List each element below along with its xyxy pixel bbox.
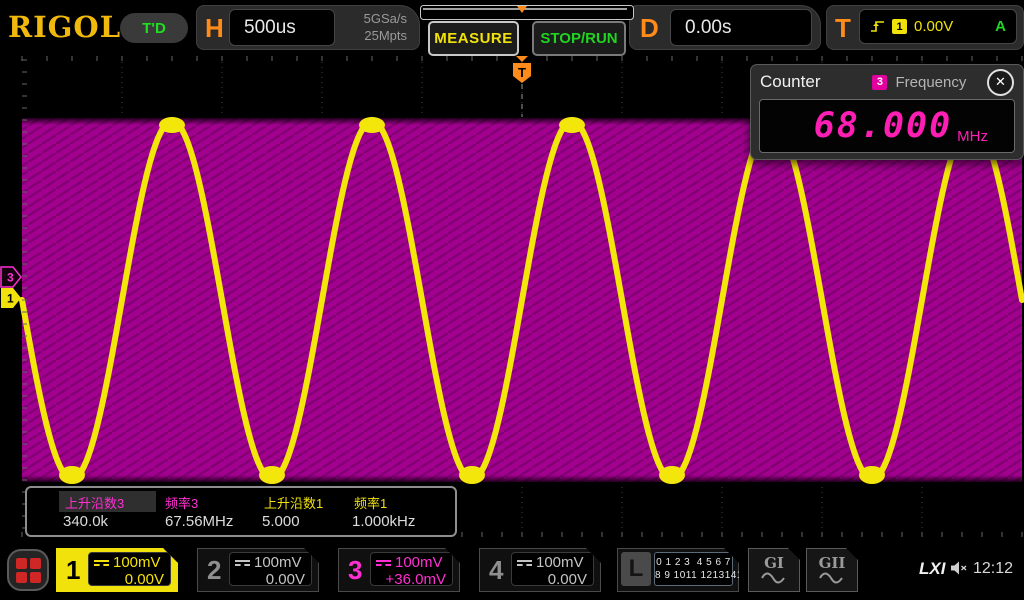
channel-readout: 100mV +36.0mV — [370, 552, 453, 586]
logic-row-2: 8 9 1011 12131415 — [655, 569, 732, 583]
bottom-status-bar: 1 100mV 0.00V 2 100mV 0.00V 3 100mV +36.… — [0, 545, 1024, 600]
rising-edge-icon — [870, 19, 885, 34]
channel-4-button[interactable]: 4 100mV 0.00V — [479, 548, 601, 592]
channel-number: 2 — [207, 555, 221, 586]
sample-rate: 5GSa/s — [364, 11, 407, 26]
counter-panel: Counter 3 Frequency ✕ 68.000 MHz — [750, 64, 1024, 160]
measurement-label[interactable]: 频率3 — [165, 493, 198, 512]
generator-1-label: GI — [764, 556, 784, 571]
channel-number: 3 — [348, 555, 362, 586]
channel-2-button[interactable]: 2 100mV 0.00V — [197, 548, 319, 592]
delay-menu-button[interactable]: D 0.00s — [629, 5, 821, 50]
dc-coupling-icon — [94, 560, 109, 566]
counter-title: Counter — [760, 72, 820, 92]
measurement-label[interactable]: 上升沿数3 — [65, 493, 124, 512]
waveform-preview-strip[interactable] — [420, 5, 634, 20]
measurement-panel: 上升沿数3 频率3 上升沿数1 频率1 340.0k 67.56MHz 5.00… — [25, 486, 457, 537]
channel-scale: 100mV — [113, 554, 161, 571]
menu-grid-icon — [16, 558, 41, 583]
dc-coupling-icon — [376, 560, 391, 566]
channel-readout: 100mV 0.00V — [229, 552, 312, 586]
channel-number: 4 — [489, 555, 503, 586]
horizontal-label: H — [205, 13, 224, 44]
delay-value: 0.00s — [671, 10, 811, 45]
channel-offset: 0.00V — [517, 571, 587, 588]
svg-text:3: 3 — [7, 271, 14, 285]
horizontal-menu-button[interactable]: H 500us 5GSa/s 25Mpts — [196, 5, 420, 50]
svg-text:1: 1 — [7, 292, 14, 306]
generator-1-button[interactable]: GI — [748, 548, 800, 592]
generator-2-label: GII — [819, 556, 846, 571]
measurement-value: 5.000 — [262, 513, 300, 530]
counter-display: 68.000 MHz — [759, 99, 1015, 153]
timebase-value: 500us — [230, 10, 334, 45]
measurement-value: 1.000kHz — [352, 513, 415, 530]
channel-scale: 100mV — [254, 554, 302, 571]
top-status-bar: RIGOL T'D H 500us 5GSa/s 25Mpts MEASURE S… — [0, 0, 1024, 55]
channel-1-button[interactable]: 1 100mV 0.00V — [56, 548, 178, 592]
menu-button[interactable] — [7, 549, 49, 591]
logic-label: L — [621, 552, 651, 586]
counter-unit: MHz — [957, 128, 988, 145]
channel-offset: 0.00V — [235, 571, 305, 588]
sine-icon — [760, 571, 788, 584]
channel-readout: 100mV 0.00V — [88, 552, 171, 586]
measurement-value: 340.0k — [63, 513, 108, 530]
trigger-readout[interactable]: 1 0.00V A — [859, 9, 1017, 44]
counter-mode-label: Frequency — [895, 74, 966, 91]
memory-depth: 25Mpts — [364, 28, 407, 43]
delay-readout[interactable]: 0.00s — [670, 9, 812, 46]
logic-row-1: 0 1 2 3 4 5 6 7 — [655, 556, 732, 570]
logic-channels-button[interactable]: L 0 1 2 3 4 5 6 78 9 1011 12131415 — [617, 548, 739, 592]
measurement-value: 67.56MHz — [165, 513, 233, 530]
trigger-label: T — [835, 13, 851, 44]
close-icon[interactable]: ✕ — [987, 69, 1014, 96]
channel-3-button[interactable]: 3 100mV +36.0mV — [338, 548, 460, 592]
channel-offset: 0.00V — [94, 571, 164, 588]
acquisition-readout: 5GSa/s 25Mpts — [364, 11, 407, 45]
lxi-logo: LXI — [919, 559, 945, 579]
muted-speaker-icon[interactable] — [950, 560, 968, 576]
counter-header: Counter 3 Frequency ✕ — [751, 65, 1023, 99]
channel-number: 1 — [66, 555, 80, 586]
trigger-menu-button[interactable]: T 1 0.00V A — [826, 5, 1024, 50]
channel-scale: 100mV — [536, 554, 584, 571]
measurement-label[interactable]: 上升沿数1 — [264, 493, 323, 512]
clock: 12:12 — [973, 560, 1013, 578]
delay-label: D — [640, 13, 659, 44]
measurement-label[interactable]: 频率1 — [354, 493, 387, 512]
generator-2-button[interactable]: GII — [806, 548, 858, 592]
measure-button[interactable]: MEASURE — [428, 21, 519, 56]
channel-scale: 100mV — [395, 554, 443, 571]
dc-coupling-icon — [235, 560, 250, 566]
trigger-status-badge: T'D — [120, 13, 188, 43]
oscilloscope-screen: T 3 1 RIGOL T'D H 500us 5GSa/s 25Mpts MEASU… — [0, 0, 1024, 600]
timebase-readout[interactable]: 500us — [229, 9, 335, 46]
stop-run-button[interactable]: STOP/RUN — [532, 21, 626, 56]
channel-readout: 100mV 0.00V — [511, 552, 594, 586]
counter-value: 68.000 — [814, 106, 952, 146]
channel-offset: +36.0mV — [376, 571, 446, 588]
trigger-sweep-mode: A — [995, 18, 1006, 35]
svg-text:T: T — [518, 65, 526, 80]
logic-channel-list: 0 1 2 3 4 5 6 78 9 1011 12131415 — [654, 552, 733, 586]
dc-coupling-icon — [517, 560, 532, 566]
rigol-logo: RIGOL — [8, 10, 121, 44]
trigger-source-badge: 1 — [892, 19, 907, 34]
counter-source-badge: 3 — [872, 75, 887, 90]
trigger-level-value: 0.00V — [914, 18, 953, 35]
sine-icon — [818, 571, 846, 584]
